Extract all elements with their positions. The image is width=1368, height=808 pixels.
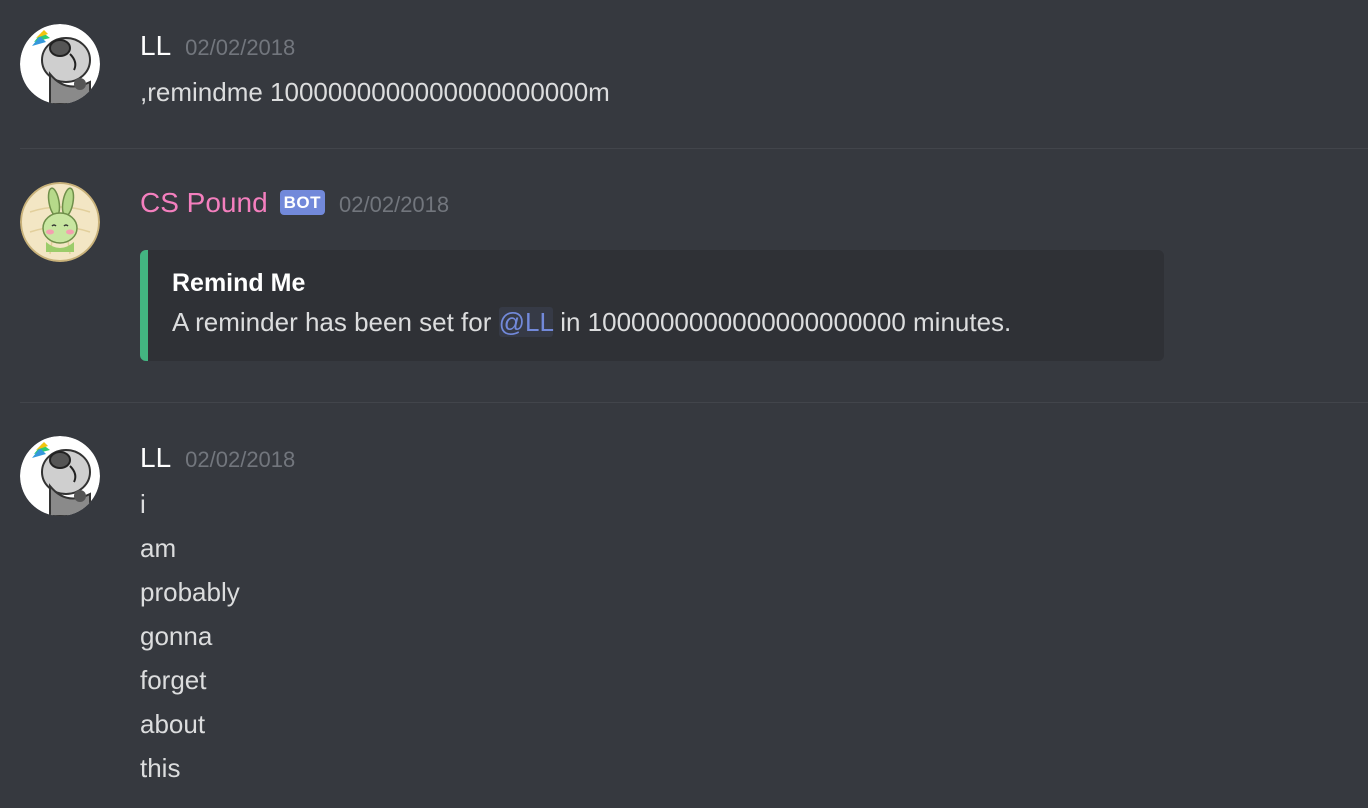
- cartoon-animal-avatar-icon: [20, 24, 100, 104]
- message-divider: [20, 402, 1368, 403]
- message-line: gonna: [140, 621, 213, 651]
- message-line: this: [140, 753, 181, 783]
- message-line: i: [140, 489, 146, 519]
- embed-text-after: in 1000000000000000000000 minutes.: [552, 307, 1012, 337]
- rabbit-avatar-icon: [20, 182, 100, 262]
- message-content: i am probably gonna forget about this: [140, 482, 240, 790]
- chat-messages: LL 02/02/2018 ,remindme 1000000000000000…: [0, 0, 1368, 808]
- cartoon-animal-avatar-icon: [20, 436, 100, 516]
- embed: Remind Me A reminder has been set for @L…: [140, 250, 1164, 361]
- message-line: about: [140, 709, 206, 739]
- bot-username[interactable]: CS Pound: [140, 187, 268, 219]
- message-header: LL 02/02/2018: [140, 30, 295, 62]
- message-line: am: [140, 533, 177, 563]
- user-avatar[interactable]: [20, 436, 100, 516]
- user-mention[interactable]: @LL: [498, 307, 553, 337]
- username[interactable]: LL: [140, 442, 171, 474]
- message-line: forget: [140, 665, 207, 695]
- embed-description: A reminder has been set for @LL in 10000…: [172, 302, 1164, 342]
- user-avatar[interactable]: [20, 24, 100, 104]
- message-header: LL 02/02/2018: [140, 442, 295, 474]
- username[interactable]: LL: [140, 30, 171, 62]
- message-line: ,remindme 1000000000000000000000m: [140, 77, 610, 107]
- bot-avatar[interactable]: [20, 182, 100, 262]
- timestamp: 02/02/2018: [185, 447, 296, 472]
- timestamp: 02/02/2018: [185, 35, 296, 60]
- timestamp: 02/02/2018: [339, 192, 450, 217]
- embed-text-before: A reminder has been set for: [172, 307, 499, 337]
- embed-title: Remind Me: [172, 269, 306, 297]
- bot-badge: BOT: [279, 190, 326, 215]
- message-line: probably: [140, 577, 240, 607]
- message-divider: [20, 148, 1368, 149]
- message-content: ,remindme 1000000000000000000000m: [140, 70, 610, 114]
- message-header: CS Pound BOT 02/02/2018: [140, 187, 449, 219]
